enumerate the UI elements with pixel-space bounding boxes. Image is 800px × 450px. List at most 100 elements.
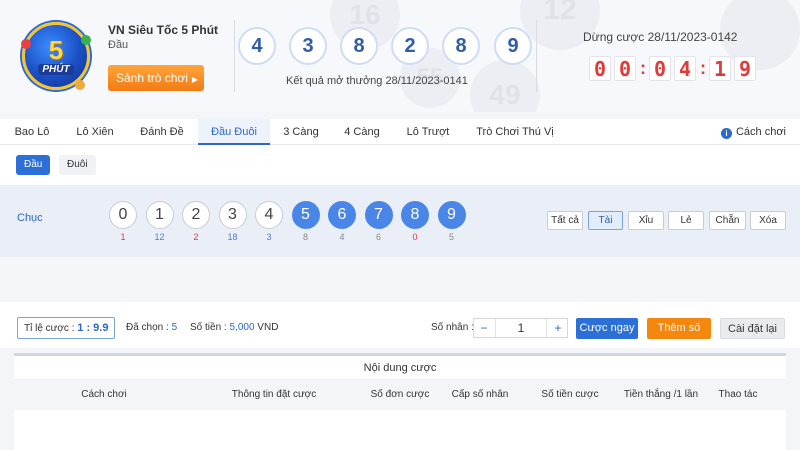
stop-bet-caption: Dừng cược 28/11/2023-0142 [583, 30, 738, 44]
multiplier-input[interactable] [495, 319, 547, 337]
filter-button-0[interactable]: Tất cả [547, 211, 583, 230]
tab-6[interactable]: Lô Trượt [394, 119, 462, 145]
countdown-separator: : [640, 58, 646, 78]
logo-ball-icon [21, 39, 31, 49]
logo-ball-icon [75, 80, 85, 90]
result-ball: 8 [340, 27, 378, 65]
reset-button[interactable]: Cài đặt lại [720, 318, 785, 339]
multiplier-stepper: − + [473, 318, 568, 338]
result-caption: Kết quả mở thưởng 28/11/2023-0141 [286, 75, 468, 87]
info-icon: i [720, 128, 732, 139]
background-ball-decoration: 49 [470, 60, 540, 112]
result-ball: 3 [289, 27, 327, 65]
number-miss-count: 3 [266, 232, 272, 242]
lobby-button-label: Sảnh trò chơi [116, 71, 188, 85]
tab-1[interactable]: Lô Xiên [64, 119, 126, 145]
number-miss-count: 1 [120, 232, 126, 242]
table-title: Nội dung cược [14, 356, 786, 380]
odds-ratio-value: 1 : 9.9 [77, 322, 109, 334]
number-miss-count: 6 [375, 232, 381, 242]
number-ball[interactable]: 8 [401, 201, 429, 229]
bet-amount: Số tiền : 5,000 VND [190, 322, 278, 333]
table-header: Cách chơi Thông tin đặt cược Số đơn cược Cấ… [14, 380, 786, 410]
header-divider [234, 20, 235, 92]
table-header-cell: Thông tin đặt cược [231, 389, 317, 400]
countdown-digit: 0 [649, 56, 671, 81]
subtab-0[interactable]: Đầu [16, 155, 51, 175]
number-miss-count: 2 [193, 232, 199, 242]
help-link[interactable]: i Cách chơi [720, 119, 786, 145]
tab-2[interactable]: Đánh Đề [130, 119, 194, 145]
odds-ratio-label: Tỉ lệ cược : [24, 323, 75, 334]
table-header-cell: Số đơn cược [370, 389, 430, 400]
result-ball: 9 [494, 27, 532, 65]
plus-button[interactable]: + [548, 319, 568, 337]
number-ball[interactable]: 9 [437, 201, 466, 229]
tab-4[interactable]: 3 Càng [274, 119, 328, 145]
game-subtitle: Đầu [108, 39, 129, 51]
filter-button-1[interactable]: Tài [588, 211, 623, 230]
number-miss-count: 8 [302, 232, 308, 242]
countdown-digit: 0 [589, 56, 611, 81]
number-ball[interactable]: 1 [145, 201, 174, 229]
number-ball[interactable]: 4 [255, 201, 283, 229]
subtab-bar: Đầu Đuôi [0, 145, 800, 185]
panel-spacer [0, 257, 800, 302]
result-ball: 2 [391, 27, 429, 65]
bet-now-button[interactable]: Cược ngay [576, 318, 638, 339]
number-ball[interactable]: 5 [291, 201, 320, 229]
number-ball[interactable]: 3 [218, 201, 247, 229]
number-ball[interactable]: 6 [328, 201, 356, 229]
amount-label: Số tiền : [190, 322, 227, 333]
tab-5[interactable]: 4 Càng [334, 119, 390, 145]
table-header-cell: Cấp số nhân [451, 389, 509, 400]
chosen-label: Đã chọn : [126, 322, 169, 333]
game-header: 16 55 49 12 5 PHÚT VN Siêu Tốc 5 Phút Đầ… [0, 0, 800, 112]
help-label: Cách chơi [735, 126, 786, 138]
result-ball: 8 [442, 27, 480, 65]
countdown-digit: 9 [734, 56, 756, 81]
number-ball[interactable]: 7 [364, 201, 393, 229]
add-number-button[interactable]: Thêm số [647, 318, 711, 339]
tab-7[interactable]: Trò Chơi Thú Vị [466, 119, 564, 145]
result-ball: 4 [238, 27, 276, 65]
odds-ratio: Tỉ lệ cược : 1 : 9.9 [17, 317, 116, 339]
filter-button-4[interactable]: Chẵn [709, 211, 746, 230]
table-header-cell: Thao tác [718, 389, 758, 400]
subtab-1[interactable]: Đuôi [59, 155, 96, 175]
table-header-cell: Cách chơi [81, 389, 127, 400]
header-divider [536, 20, 537, 92]
countdown-separator: : [700, 58, 706, 78]
table-header-cell: Số tiền cược [541, 389, 599, 400]
bet-content-table: Nội dung cược Cách chơi Thông tin đặt cượ… [14, 353, 786, 450]
filter-button-2[interactable]: Xỉu [628, 211, 664, 230]
countdown-digit: 0 [614, 56, 636, 81]
number-miss-count: 0 [412, 232, 418, 242]
tab-3[interactable]: Đầu Đuôi [198, 119, 270, 145]
number-ball[interactable]: 2 [182, 201, 210, 229]
multiplier-label: Số nhân : [431, 322, 474, 333]
number-ball[interactable]: 0 [109, 201, 137, 229]
countdown-digit: 4 [674, 56, 696, 81]
game-logo: 5 PHÚT [21, 22, 91, 90]
bet-bar: Tỉ lệ cược : 1 : 9.9 Đã chọn : 5 Số tiền… [0, 302, 800, 348]
number-miss-count: 4 [339, 232, 345, 242]
chosen-value: 5 [171, 322, 178, 333]
table-header-cell: Tiền thắng /1 lần [623, 389, 699, 400]
countdown-digit: 1 [709, 56, 731, 81]
number-miss-count: 12 [154, 232, 165, 242]
number-miss-count: 5 [448, 232, 454, 242]
filter-button-5[interactable]: Xóa [750, 211, 786, 230]
caret-right-icon: ▶ [191, 75, 199, 84]
filter-button-3[interactable]: Lẻ [668, 211, 704, 230]
chosen-count: Đã chọn : 5 [126, 322, 177, 333]
minus-button[interactable]: − [474, 319, 494, 337]
row-label: Chục [17, 212, 43, 224]
logo-number: 5 [48, 35, 64, 65]
lobby-button[interactable]: Sảnh trò chơi ▶ [108, 65, 204, 91]
game-tabs: Bao Lô Lô Xiên Đánh Đề Đầu Đuôi 3 Càng 4 Càng… [0, 119, 800, 145]
tab-0[interactable]: Bao Lô [4, 119, 60, 145]
number-miss-count: 18 [227, 232, 238, 242]
logo-word: PHÚT [38, 64, 74, 75]
logo-ball-icon [81, 35, 91, 45]
